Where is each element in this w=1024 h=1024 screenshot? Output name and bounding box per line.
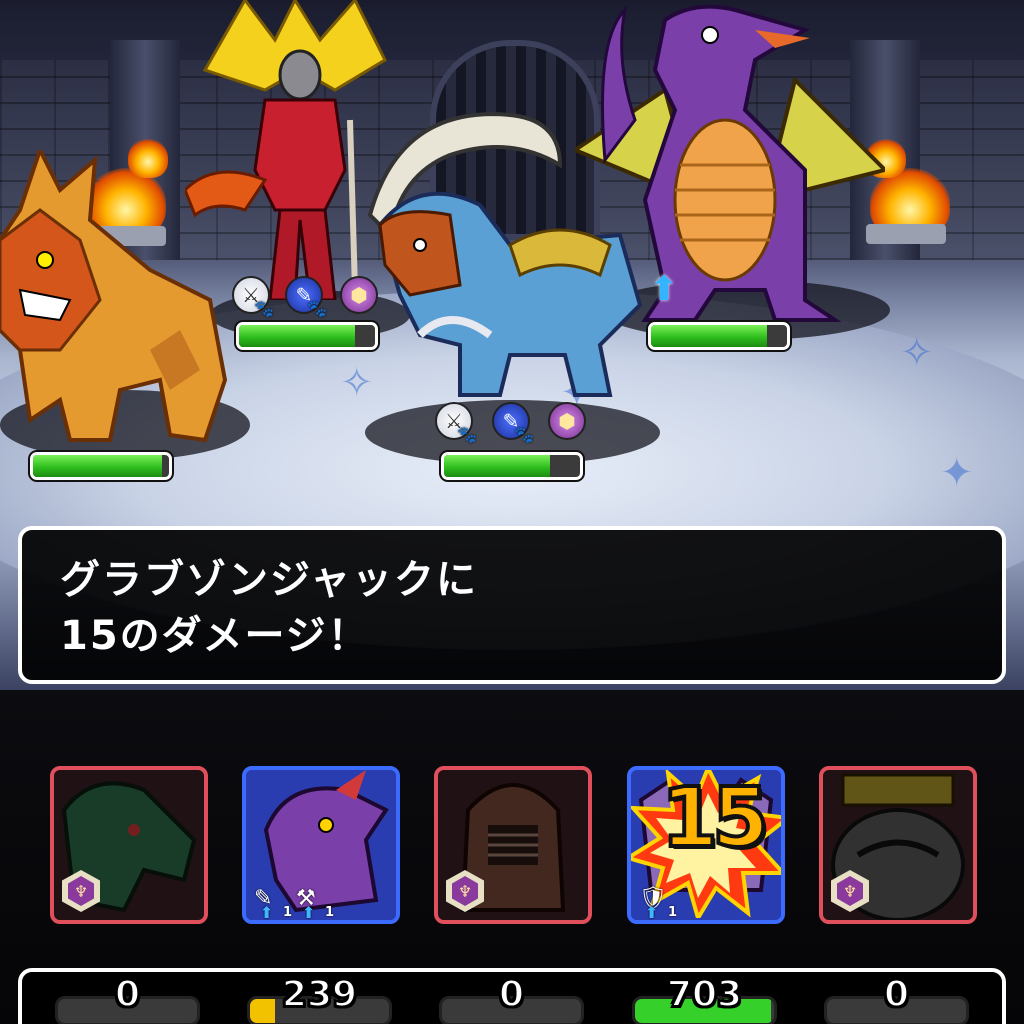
hp-fill: [33, 455, 163, 477]
attack-buff-icon: ⚔ 🐾: [232, 276, 274, 318]
message-line: グラブゾンジャックに: [60, 557, 478, 603]
hp-fill: [444, 455, 551, 477]
party-member-portrait[interactable]: ♆: [50, 766, 208, 924]
party-member-portrait[interactable]: ♆: [434, 766, 592, 924]
message-line: 15のダメージ！: [60, 613, 370, 659]
gauge-value: 239: [281, 973, 358, 1016]
gauge-value: 0: [883, 973, 910, 1016]
party-member-portrait[interactable]: ✎ ⬆ 1 ⚒ ⬆ 1: [242, 766, 400, 924]
spell-buff-icon: ✎ 🐾: [492, 402, 534, 444]
party-member-portrait[interactable]: 15 🛡 ⬆ 1: [627, 766, 785, 924]
attack-buff-icon: ⚔ 🐾: [435, 402, 477, 444]
party-panel: ♆ ✎ ⬆ 1 ⚒ ⬆ 1 ♆ 15 🛡 ⬆ 1 ♆ 0 239 0 703 0: [0, 690, 1024, 1024]
battle-arena: ✦ ✧ ✦ ✧ ✦: [0, 0, 1024, 690]
damage-number: 15: [659, 771, 771, 866]
member-buff-row: 🛡 ⬆ 1: [631, 880, 781, 920]
gauge-value: 703: [666, 973, 743, 1016]
stat-up-arrow-icon: ⬆: [649, 269, 679, 309]
enemy-hp-bar: [441, 452, 583, 480]
hp-fill: [651, 325, 767, 347]
party-member-portrait[interactable]: ♆: [819, 766, 977, 924]
enemy-hp-bar: [236, 322, 378, 350]
spell-buff-icon: ✎ 🐾: [285, 276, 327, 318]
gauge-value: 0: [114, 973, 141, 1016]
gauge-value: 0: [498, 973, 525, 1016]
battle-message-box[interactable]: グラブゾンジャックに 15のダメージ！: [18, 526, 1006, 684]
floor-rune: ✦: [940, 450, 974, 496]
spell-buff-icon: ✎ ⬆ 1: [254, 886, 292, 922]
seal-status-icon: ⬢: [548, 402, 586, 440]
defense-buff-icon: 🛡 ⬆ 1: [639, 886, 677, 922]
seal-status-icon: ⬢: [340, 276, 378, 314]
member-buff-row: ✎ ⬆ 1 ⚒ ⬆ 1: [246, 880, 396, 920]
enemy-purple-dragon[interactable]: [575, 0, 885, 330]
attack-buff-icon: ⚒ ⬆ 1: [296, 886, 334, 922]
enemy-hp-bar: [30, 452, 172, 480]
enemy-hp-bar: [648, 322, 790, 350]
floor-rune: ✧: [900, 330, 934, 376]
hp-fill: [239, 325, 355, 347]
